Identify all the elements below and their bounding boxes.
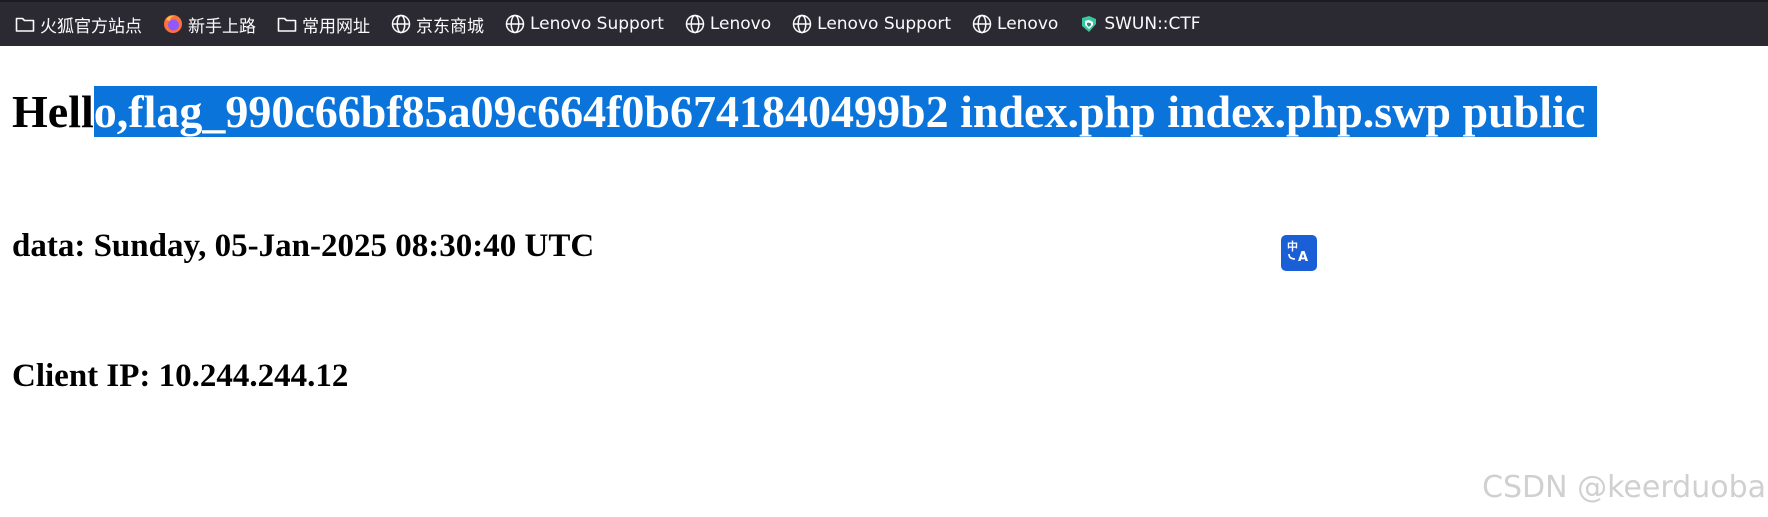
translate-button[interactable]: 中 A [1281,235,1317,271]
bookmark-label: SWUN::CTF [1104,14,1201,34]
watermark: CSDN @keerduoba [1482,470,1766,505]
firefox-icon [162,13,184,35]
globe-icon [971,13,993,35]
svg-text:中: 中 [1287,239,1298,253]
client-ip-text: Client IP: 10.244.244.12 [12,358,349,394]
bookmark-lenovo-2[interactable]: Lenovo [971,13,1058,35]
bookmark-jd-mall[interactable]: 京东商城 [390,12,484,37]
globe-icon [684,13,706,35]
bookmark-lenovo-support-1[interactable]: Lenovo Support [504,13,664,35]
heading-selected-text: o,flag_990c66bf85a09c664f0b6741840499b2 … [93,86,1598,137]
globe-icon [791,13,813,35]
globe-icon [390,13,412,35]
bookmark-label: Lenovo [709,14,772,34]
bookmark-label: 火狐官方站点 [40,16,142,37]
bookmark-label: 京东商城 [416,16,484,37]
bookmark-swun-ctf[interactable]: SWUN::CTF [1078,13,1201,35]
bookmark-label: 新手上路 [188,16,256,37]
folder-icon [276,13,298,35]
swun-ctf-icon [1078,13,1100,35]
bookmark-label: 常用网址 [302,16,370,37]
bookmark-huohu-official[interactable]: 火狐官方站点 [14,12,142,37]
bookmark-label: Lenovo Support [817,14,952,34]
bookmark-lenovo-1[interactable]: Lenovo [684,13,771,35]
bookmark-common-sites[interactable]: 常用网址 [276,12,370,37]
heading-unselected-text: Hell [12,86,94,137]
bookmark-label: Lenovo [997,14,1059,34]
globe-icon [504,13,526,35]
folder-icon [14,13,36,35]
bookmark-getting-started[interactable]: 新手上路 [162,12,256,37]
bookmarks-toolbar: 火狐官方站点 新手上路 常用网址 京东商城 Lenovo Support Len… [0,0,1768,46]
date-text: data: Sunday, 05-Jan-2025 08:30:40 UTC [12,228,595,264]
bookmark-label: Lenovo Support [530,14,664,34]
bookmark-lenovo-support-2[interactable]: Lenovo Support [791,13,951,35]
hello-flag-heading: Hello,flag_990c66bf85a09c664f0b674184049… [12,84,1598,140]
svg-text:A: A [1298,250,1308,264]
translate-icon: 中 A [1286,238,1312,269]
